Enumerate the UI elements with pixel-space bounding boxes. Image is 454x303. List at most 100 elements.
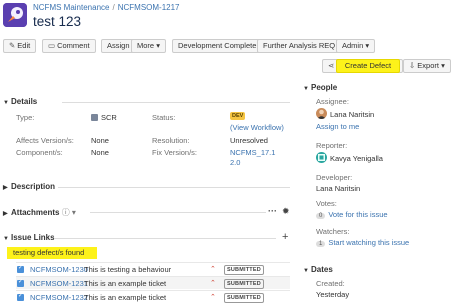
assign-label: Assign bbox=[107, 41, 130, 50]
table-row[interactable]: NCFMSOM-1231 This is an example ticket ⌃… bbox=[16, 276, 290, 289]
people-heading: People bbox=[311, 83, 338, 92]
linked-issue-key[interactable]: NCFMSOM-1230 bbox=[30, 265, 88, 274]
view-workflow-link[interactable]: (View Workflow) bbox=[230, 123, 284, 132]
more-label: More bbox=[137, 41, 155, 50]
comment-label: Comment bbox=[57, 41, 90, 50]
type-text: SCR bbox=[101, 113, 117, 122]
more-options-icon[interactable]: ··· bbox=[268, 206, 277, 216]
created-label: Created: bbox=[316, 279, 345, 288]
project-avatar[interactable] bbox=[3, 3, 27, 27]
status-badge: DEV bbox=[230, 112, 246, 120]
fix-version-label: Fix Version/s: bbox=[152, 148, 198, 157]
issue-links-toggle[interactable]: ▼ Issue Links bbox=[3, 233, 55, 242]
people-toggle[interactable]: ▼ People bbox=[303, 83, 337, 92]
comment-button[interactable]: ▭ Comment bbox=[42, 39, 96, 53]
issue-title[interactable]: test 123 bbox=[33, 14, 81, 29]
status-badge: SUBMITTED bbox=[224, 279, 264, 289]
fix-version-link-continued[interactable]: 2.0 bbox=[230, 158, 240, 167]
votes-count: 0 bbox=[316, 213, 326, 219]
type-value: SCR bbox=[91, 113, 117, 122]
details-toggle[interactable]: ▼ Details bbox=[3, 97, 37, 106]
chevron-down-icon: ▾ bbox=[156, 41, 160, 50]
assign-to-me-link[interactable]: Assign to me bbox=[316, 122, 359, 131]
expanded-icon: ▼ bbox=[3, 100, 9, 106]
votes-row: 0 Vote for this issue bbox=[316, 210, 388, 219]
priority-highest-icon: ⌃ bbox=[210, 280, 216, 287]
chevron-down-icon: ▾ bbox=[441, 61, 445, 70]
components-value: None bbox=[91, 148, 109, 157]
further-analysis-label: Further Analysis REQ bbox=[263, 41, 336, 50]
expanded-icon: ▼ bbox=[303, 268, 309, 274]
more-button[interactable]: More ▾ bbox=[131, 39, 166, 53]
reporter-label: Reporter: bbox=[316, 141, 348, 150]
add-link-icon[interactable]: + bbox=[282, 231, 288, 243]
gear-icon[interactable]: ✹ bbox=[282, 206, 290, 217]
chevron-down-icon: ▾ bbox=[365, 41, 370, 50]
resolution-value: Unresolved bbox=[230, 136, 268, 145]
further-analysis-button[interactable]: Further Analysis REQ bbox=[257, 39, 342, 53]
development-complete-label: Development Complete bbox=[178, 41, 257, 50]
affects-version-value: None bbox=[91, 136, 109, 145]
affects-version-label: Affects Version/s: bbox=[16, 136, 74, 145]
watchers-row: 1 Start watching this issue bbox=[316, 238, 409, 247]
assignee-label: Assignee: bbox=[316, 97, 349, 106]
breadcrumb-issue-link[interactable]: NCFMSOM-1217 bbox=[118, 3, 180, 12]
description-heading: Description bbox=[11, 182, 56, 191]
fix-version-link[interactable]: NCFMS_17.1 bbox=[230, 148, 275, 157]
issue-links-heading: Issue Links bbox=[11, 233, 55, 242]
export-button[interactable]: ⇩ Export ▾ bbox=[403, 59, 451, 73]
collapsed-icon: ▶ bbox=[3, 185, 8, 191]
reporter-name[interactable]: Kavya Yenigalla bbox=[330, 154, 383, 163]
priority-highest-icon: ⌃ bbox=[210, 266, 216, 273]
attachments-toggle[interactable]: ▶ Attachments ⓘ ▾ bbox=[3, 207, 76, 218]
help-icon[interactable]: ⓘ bbox=[62, 208, 70, 217]
breadcrumb: NCFMS Maintenance / NCFMSOM-1217 bbox=[33, 3, 180, 12]
developer-label: Developer: bbox=[316, 173, 353, 182]
create-defect-label: Create Defect bbox=[344, 61, 392, 70]
share-icon[interactable]: ⋖ bbox=[328, 60, 334, 72]
development-complete-button[interactable]: Development Complete bbox=[172, 39, 263, 53]
avatar bbox=[316, 108, 327, 119]
assignee-name[interactable]: Lana Naritsin bbox=[330, 110, 374, 119]
divider bbox=[62, 102, 290, 103]
votes-label: Votes: bbox=[316, 199, 337, 208]
linked-issue-summary: This is testing a behaviour bbox=[84, 265, 172, 274]
breadcrumb-project-link[interactable]: NCFMS Maintenance bbox=[33, 3, 109, 12]
avatar bbox=[316, 152, 327, 163]
status-badge: SUBMITTED bbox=[224, 293, 264, 303]
watchers-label: Watchers: bbox=[316, 227, 350, 236]
issue-type-icon bbox=[17, 264, 24, 273]
resolution-label: Resolution: bbox=[152, 136, 190, 145]
breadcrumb-separator: / bbox=[112, 3, 115, 12]
status-label: Status: bbox=[152, 113, 176, 122]
expanded-icon: ▼ bbox=[3, 236, 9, 242]
table-row[interactable]: NCFMSOM-1230 This is testing a behaviour… bbox=[16, 262, 290, 275]
edit-label: Edit bbox=[17, 41, 31, 50]
vote-link[interactable]: Vote for this issue bbox=[328, 210, 387, 219]
details-heading: Details bbox=[11, 97, 38, 106]
issue-type-icon bbox=[17, 278, 24, 287]
status-badge: SUBMITTED bbox=[224, 265, 264, 275]
admin-button[interactable]: Admin ▾ bbox=[336, 39, 376, 53]
admin-label: Admin bbox=[342, 41, 364, 50]
chevron-down-icon[interactable]: ▾ bbox=[72, 208, 76, 217]
expanded-icon: ▼ bbox=[303, 86, 309, 92]
developer-name: Lana Naritsin bbox=[316, 184, 361, 193]
collapsed-icon: ▶ bbox=[3, 211, 8, 217]
create-defect-button[interactable]: Create Defect bbox=[336, 59, 400, 73]
linked-issue-summary: This is an example ticket bbox=[84, 279, 167, 288]
description-toggle[interactable]: ▶ Description bbox=[3, 182, 55, 191]
watchers-count: 1 bbox=[316, 241, 326, 247]
dates-toggle[interactable]: ▼ Dates bbox=[303, 265, 333, 274]
linked-issue-key[interactable]: NCFMSOM-1231 bbox=[30, 279, 88, 288]
table-row[interactable]: NCFMSOM-1232 This is an example ticket ⌃… bbox=[16, 290, 290, 303]
attachments-heading: Attachments bbox=[11, 208, 60, 217]
watch-link[interactable]: Start watching this issue bbox=[328, 238, 409, 247]
divider bbox=[54, 238, 276, 239]
rocket-icon bbox=[3, 3, 27, 27]
type-label: Type: bbox=[16, 113, 35, 122]
pencil-icon: ✎ bbox=[9, 41, 16, 50]
export-label: Export bbox=[417, 61, 439, 70]
divider bbox=[90, 212, 266, 213]
edit-button[interactable]: ✎ Edit bbox=[3, 39, 37, 53]
